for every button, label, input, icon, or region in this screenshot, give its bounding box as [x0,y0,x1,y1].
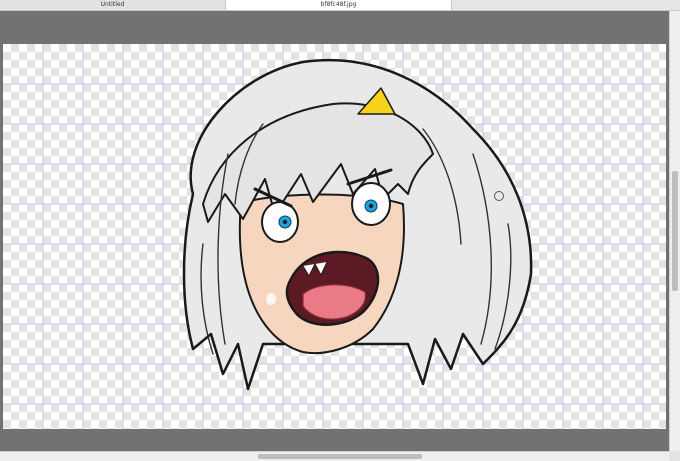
vertical-scroll-thumb[interactable] [672,171,678,291]
tab-bar-empty-area [452,0,680,10]
horizontal-scrollbar[interactable] [0,451,669,461]
tab-current-image[interactable]: bf8fc48f.jpg [226,0,452,10]
canvas-viewport[interactable] [0,11,669,451]
document-tab-bar: Untitled bf8fc48f.jpg [0,0,680,11]
tab-untitled[interactable]: Untitled [0,0,226,10]
canvas-grid-and-artwork [3,44,666,429]
character-artwork [182,58,533,391]
drawing-canvas[interactable] [3,44,666,429]
scrollbar-corner [669,451,680,461]
vertical-scrollbar[interactable] [669,11,680,451]
horizontal-scroll-thumb[interactable] [258,454,422,459]
